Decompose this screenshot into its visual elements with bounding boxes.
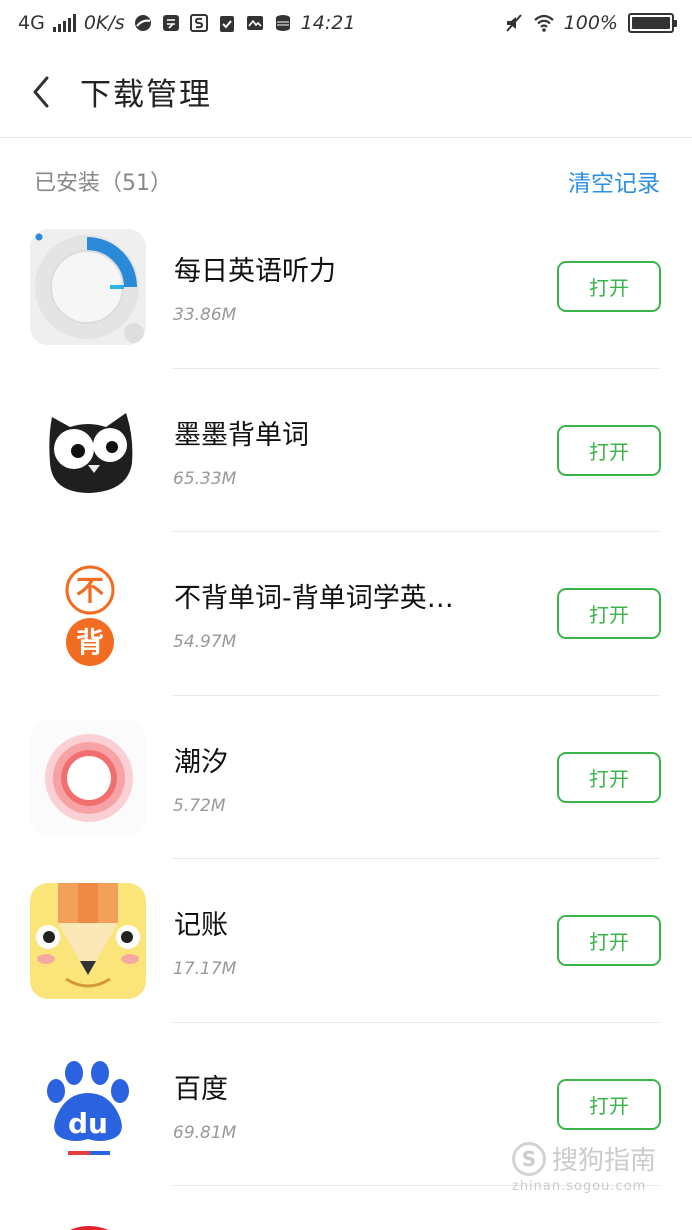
app-size: 17.17M — [173, 959, 237, 979]
next-app-partial-icon — [69, 1226, 109, 1230]
open-button[interactable]: 打开 — [557, 915, 661, 966]
meiri-yingyu-icon[interactable] — [30, 229, 146, 345]
list-item[interactable]: 记账 17.17M 打开 — [0, 859, 692, 1023]
list-item[interactable]: 潮汐 5.72M 打开 — [0, 696, 692, 859]
mail-notify-icon — [245, 13, 265, 33]
list-item[interactable]: 墨墨背单词 65.33M 打开 — [0, 369, 692, 532]
back-button[interactable] — [6, 46, 76, 138]
svg-text:背: 背 — [76, 626, 104, 659]
signal-icon — [52, 14, 76, 32]
app-name: 记账 — [174, 910, 228, 941]
network-type: 4G — [18, 12, 45, 34]
app-size: 65.33M — [173, 468, 237, 489]
list-item[interactable]: 不 背 不背单词-背单词学英… 54.97M 打开 — [0, 532, 692, 696]
app-name: 潮汐 — [174, 746, 228, 778]
momo-owl-icon[interactable] — [30, 392, 146, 509]
baidu-paw-icon[interactable]: du — [30, 1046, 146, 1163]
clock-time: 14:21 — [300, 12, 356, 34]
app-name: 每日英语听力 — [174, 256, 336, 287]
open-button[interactable]: 打开 — [557, 261, 661, 312]
jizhang-pencil-icon[interactable] — [30, 883, 146, 999]
app-size: 33.86M — [173, 305, 237, 325]
open-button[interactable]: 打开 — [557, 424, 661, 476]
app-size: 69.81M — [173, 1122, 237, 1143]
app-size: 5.72M — [173, 795, 226, 816]
clipboard-check-icon — [217, 13, 237, 33]
mute-icon — [504, 13, 524, 33]
open-button[interactable]: 打开 — [557, 588, 661, 639]
bubei-icon[interactable]: 不 背 — [30, 556, 146, 672]
network-speed: 0K/s — [83, 12, 125, 34]
page-title: 下载管理 — [80, 77, 212, 113]
watermark-text: 搜狗指南 — [552, 1146, 657, 1176]
list-item[interactable]: 每日英语听力 33.86M 打开 — [0, 205, 692, 369]
app-notify-icon — [161, 13, 181, 33]
installed-app-list: 每日英语听力 33.86M 打开 墨墨背单词 65.33M 打开 不 背 不背单… — [0, 205, 692, 1186]
chevron-left-icon — [33, 76, 49, 107]
sogou-logo-icon: S — [512, 1141, 546, 1176]
app-size: 54.97M — [173, 632, 237, 652]
wifi-icon — [533, 13, 554, 33]
clear-records-link[interactable]: 清空记录 — [568, 164, 660, 198]
open-button[interactable]: 打开 — [557, 751, 661, 803]
open-button[interactable]: 打开 — [557, 1078, 661, 1130]
battery-percent: 100% — [563, 12, 618, 34]
app-name: 百度 — [174, 1073, 228, 1105]
s-notify-icon — [189, 13, 209, 33]
chaoxi-ring-icon[interactable] — [30, 719, 146, 836]
app-name: 墨墨背单词 — [174, 419, 309, 451]
status-left: 4G 0K/s 14:21 — [18, 12, 355, 34]
weather-icon — [133, 13, 153, 33]
battery-icon — [628, 13, 677, 33]
status-bar: 4G 0K/s 14:21 100% — [0, 0, 692, 46]
database-icon — [273, 13, 293, 33]
top-header: 下载管理 — [0, 46, 692, 138]
installed-count-label: 已安装（51） — [34, 171, 172, 196]
status-right: 100% — [504, 12, 677, 34]
watermark: S 搜狗指南 zhinan.sogou.com — [512, 1140, 682, 1204]
app-name: 不背单词-背单词学英… — [174, 583, 454, 614]
svg-text:du: du — [68, 1107, 108, 1140]
svg-text:不: 不 — [76, 574, 104, 607]
watermark-url: zhinan.sogou.com — [512, 1179, 647, 1194]
